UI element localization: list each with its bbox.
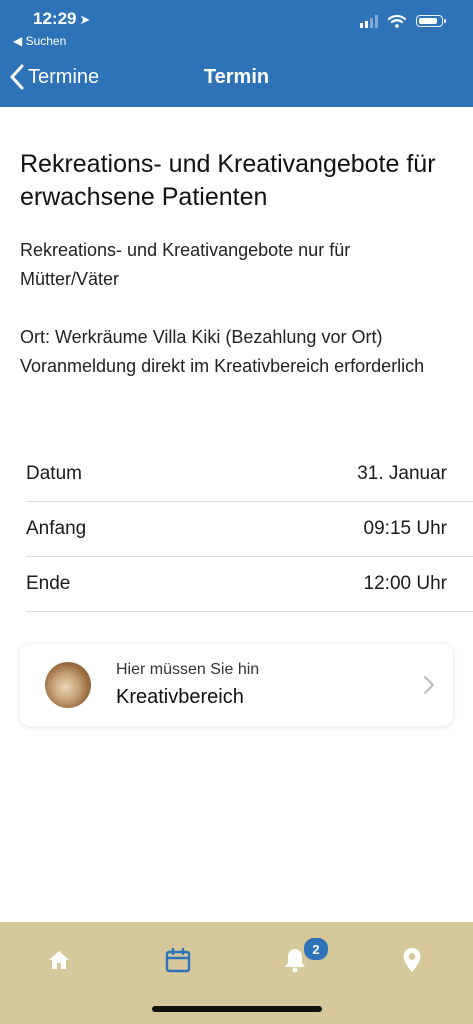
detail-label: Anfang xyxy=(26,518,87,539)
location-arrow-icon: ➤ xyxy=(79,12,91,27)
back-button-label: Termine xyxy=(28,65,100,88)
detail-label: Datum xyxy=(26,463,82,484)
calendar-icon xyxy=(165,947,191,973)
event-title: Rekreations- und Kreativangebote für erw… xyxy=(20,150,436,211)
detail-value: 12:00 Uhr xyxy=(363,573,447,594)
status-back-to-app[interactable]: ◀ Suchen xyxy=(13,34,66,48)
event-details: Datum 31. Januar Anfang 09:15 Uhr Ende 1… xyxy=(26,447,473,612)
tab-map[interactable] xyxy=(392,940,432,980)
back-button[interactable]: Termine xyxy=(10,64,99,90)
detail-value: 09:15 Uhr xyxy=(363,518,447,539)
status-time-text: 12:29 xyxy=(33,9,77,28)
tab-home[interactable] xyxy=(39,940,79,980)
top-bar: 12:29 ➤ ◀ Suchen Termine Termin xyxy=(0,0,473,107)
location-card-name: Kreativbereich xyxy=(116,686,244,708)
event-description: Rekreations- und Kreativangebote nur für… xyxy=(20,240,351,289)
location-card[interactable]: Hier müssen Sie hin Kreativbereich xyxy=(20,644,453,726)
cellular-signal-icon xyxy=(360,14,378,28)
detail-row-end: Ende 12:00 Uhr xyxy=(26,557,473,612)
location-card-subtitle: Hier müssen Sie hin xyxy=(116,661,260,678)
detail-value: 31. Januar xyxy=(357,463,447,484)
notification-badge: 2 xyxy=(303,937,329,961)
status-time: 12:29 ➤ xyxy=(33,9,90,29)
event-location-note: Ort: Werkräume Villa Kiki (Bezahlung vor… xyxy=(20,327,425,376)
detail-label: Ende xyxy=(26,573,71,594)
tab-calendar[interactable] xyxy=(158,940,198,980)
detail-row-start: Anfang 09:15 Uhr xyxy=(26,502,473,557)
wifi-icon xyxy=(388,14,406,28)
home-indicator[interactable] xyxy=(152,1006,322,1012)
home-icon xyxy=(49,951,69,969)
status-icons xyxy=(360,14,446,28)
map-pin-icon xyxy=(403,948,421,972)
location-thumbnail xyxy=(45,662,91,708)
chevron-left-icon xyxy=(10,64,24,90)
detail-row-date: Datum 31. Januar xyxy=(26,447,473,502)
battery-icon xyxy=(416,15,446,27)
event-content: Rekreations- und Kreativangebote für erw… xyxy=(20,148,450,381)
chevron-right-icon xyxy=(423,675,435,695)
